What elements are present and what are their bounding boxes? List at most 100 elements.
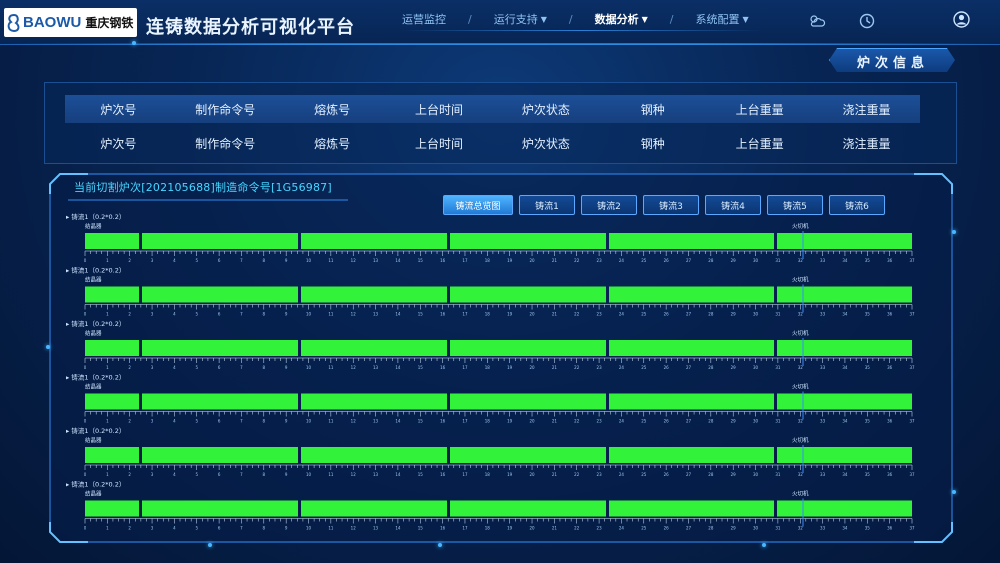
scale-label: 19	[507, 419, 513, 424]
scale-label: 7	[240, 526, 243, 531]
strand-segment-bar	[609, 447, 774, 463]
strand-segment-bar	[777, 286, 912, 303]
scale-label: 10	[306, 365, 312, 370]
strand-segment-bar	[301, 393, 447, 410]
scale-label: 36	[887, 365, 893, 370]
scale-label: 22	[574, 312, 580, 317]
nav-item-data-analysis[interactable]: 数据分析 ▼	[595, 11, 648, 27]
scale-label: 2	[128, 526, 131, 531]
scale-label: 33	[820, 526, 826, 531]
weather-cloud-sun-icon	[810, 15, 826, 27]
scale-label: 25	[641, 419, 647, 424]
scale-label: 3	[151, 526, 154, 531]
scale-label: 5	[195, 312, 198, 317]
nav-underline	[402, 30, 762, 31]
heat-table-row: 炉次号 制作命令号 熔炼号 上台时间 炉次状态 钢种 上台重量 浇注重量	[65, 129, 920, 157]
nav-separator: /	[568, 12, 573, 26]
scale-label: 11	[328, 258, 334, 263]
glow-dot	[208, 543, 212, 547]
strand-segment-bar	[450, 233, 606, 249]
scale-label: 16	[440, 258, 446, 263]
scale-label: 21	[552, 312, 558, 317]
scale-label: 34	[842, 526, 848, 531]
scale-label: 23	[597, 526, 603, 531]
scale-label: 26	[664, 472, 670, 477]
scale-label: 8	[263, 472, 266, 477]
nav-item-operation-support[interactable]: 运行支持 ▼	[494, 11, 547, 27]
scale-label: 17	[462, 419, 468, 424]
caret-down-icon: ▼	[742, 14, 749, 24]
glow-dot	[952, 230, 956, 234]
strand-segment-bar	[609, 340, 774, 356]
nav-item-system-config[interactable]: 系统配置 ▼	[695, 11, 748, 27]
scale-label: 20	[529, 419, 535, 424]
scale-label: 29	[731, 312, 737, 317]
glow-dot	[46, 345, 50, 349]
scale-label: 5	[195, 472, 198, 477]
scale-label: 37	[909, 365, 915, 370]
scale-label: 1	[106, 526, 109, 531]
nav-item-operation-monitor[interactable]: 运营监控	[402, 11, 446, 27]
scale-label: 17	[462, 526, 468, 531]
scale-label: 23	[597, 365, 603, 370]
scale-label: 32	[798, 472, 804, 477]
section-title-label: 炉次信息	[856, 55, 929, 71]
scale-label: 3	[151, 365, 154, 370]
scale-label: 6	[218, 526, 221, 531]
scale-label: 16	[440, 472, 446, 477]
scale-label: 37	[909, 312, 915, 317]
nav-item-label: 运营监控	[402, 13, 446, 26]
scale-label: 11	[328, 312, 334, 317]
scale-label: 10	[306, 312, 312, 317]
scale-label: 0	[84, 526, 87, 531]
strand-segment-bar	[609, 286, 774, 303]
scale-label: 8	[263, 365, 266, 370]
scale-label: 22	[574, 472, 580, 477]
table-cell: 炉次状态	[521, 136, 570, 151]
table-cell: 上台时间	[415, 136, 464, 151]
scale-label: 24	[619, 312, 625, 317]
scale-label: 20	[529, 472, 535, 477]
scale-label: 24	[619, 258, 625, 263]
user-avatar-icon[interactable]	[953, 11, 970, 28]
scale-label: 4	[173, 419, 176, 424]
scale-label: 1	[106, 312, 109, 317]
scale-label: 19	[507, 472, 513, 477]
scale-label: 7	[240, 258, 243, 263]
strand-segment-bar	[777, 447, 912, 463]
logo-text: BAOWU	[23, 14, 82, 31]
scale-label: 4	[173, 526, 176, 531]
scale-label: 36	[887, 472, 893, 477]
scale-label: 34	[842, 419, 848, 424]
strand-label: ▸ 铸流1（0.2*0.2）	[66, 266, 125, 275]
app-title: 连铸数据分析可视化平台	[146, 17, 355, 38]
scale-label: 0	[84, 312, 87, 317]
scale-label: 0	[84, 472, 87, 477]
strand-segment-bar	[142, 340, 298, 356]
scale-label: 31	[775, 258, 781, 263]
scale-label: 30	[753, 526, 759, 531]
strand-overview-diagram: ▸ 铸流1（0.2*0.2）结晶器 火切机0 1 2 3 4 5 6 7 8 9 10 11 12 13 14…	[66, 212, 915, 531]
scale-label: 26	[664, 419, 670, 424]
strand-segment-bar	[609, 500, 774, 517]
nav-item-label: 运行支持	[493, 13, 538, 26]
torch-cutter-label: 火切机	[792, 436, 809, 444]
mold-label: 结晶器	[85, 490, 102, 498]
scale-label: 35	[865, 419, 871, 424]
scale-label: 0	[84, 365, 87, 370]
scale-label: 31	[775, 472, 781, 477]
scale-label: 34	[842, 472, 848, 477]
scale-label: 22	[574, 526, 580, 531]
scale-label: 21	[552, 419, 558, 424]
scale-label: 36	[887, 526, 893, 531]
scale-label: 5	[195, 258, 198, 263]
column-header: 炉次号	[100, 102, 137, 117]
strand-segment-bar	[142, 447, 298, 463]
scale-label: 9	[285, 526, 288, 531]
brand-logo[interactable]: BAOWU 重庆钢铁	[4, 8, 137, 37]
scale-label: 28	[708, 472, 714, 477]
scale-label: 22	[574, 258, 580, 263]
scale-label: 18	[485, 312, 491, 317]
scale-label: 25	[641, 526, 647, 531]
scale-label: 20	[529, 365, 535, 370]
